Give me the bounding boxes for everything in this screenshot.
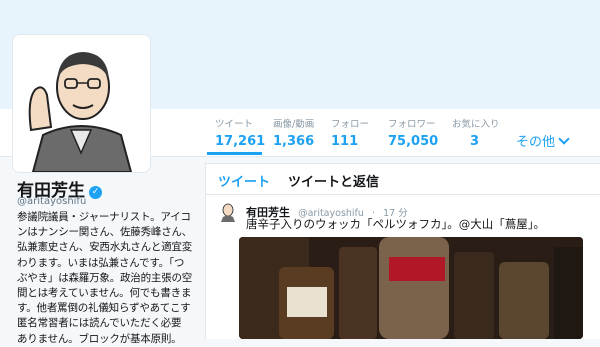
stat-followers-label: フォロワー xyxy=(388,119,436,130)
stat-following-label: フォロー xyxy=(331,119,370,130)
stat-favorites[interactable]: お気に入り 3 xyxy=(452,119,500,150)
bio-line: 参議院議員・ジャーナリスト。アイコ xyxy=(17,211,191,223)
stat-followers[interactable]: フォロワー 75,050 xyxy=(388,119,438,150)
bio-line: 匿名常習者には読んでいただく必要 xyxy=(17,317,182,330)
stat-favorites-label: お気に入り xyxy=(452,119,500,130)
tweet-author-avatar[interactable] xyxy=(218,202,238,222)
bio-line: ンはナンシー関さん、佐藤秀峰さん、 xyxy=(17,226,192,239)
profile-bio: 参議院議員・ジャーナリスト。アイコ ンはナンシー関さん、佐藤秀峰さん、 弘兼憲史… xyxy=(17,210,192,347)
profile-avatar[interactable] xyxy=(13,35,150,172)
chevron-down-icon xyxy=(558,133,570,145)
tweet-avatar-illustration xyxy=(218,202,238,222)
tweet-photo[interactable] xyxy=(239,237,583,339)
stat-following-value: 111 xyxy=(331,134,359,149)
bio-line: 間とは考えていません。何でも書きま xyxy=(17,287,192,300)
timeline-tabs: ツイート ツイートと返信 xyxy=(206,164,600,195)
tab-tweets-and-replies[interactable]: ツイートと返信 xyxy=(288,171,379,190)
stat-following[interactable]: フォロー 111 xyxy=(331,119,369,150)
verified-badge-icon: ✓ xyxy=(89,186,102,199)
tab-tweets[interactable]: ツイート xyxy=(218,171,270,190)
stat-media-label: 画像/動画 xyxy=(273,119,315,130)
bio-line: 弘兼憲史さん、安西水丸さんと適宜変 xyxy=(17,241,192,254)
stat-tweets-value: 17,261 xyxy=(215,134,266,149)
more-menu-label: その他 xyxy=(516,135,556,150)
bio-line: ぶやき」は森羅万象。政治的主張の空 xyxy=(17,271,192,284)
stat-tweets-label: ツイート xyxy=(215,119,254,130)
bottles-photo xyxy=(239,237,583,339)
stat-media-value: 1,366 xyxy=(273,134,315,149)
tweet-text: 唐辛子入りのウォッカ「ペルツォフカ」。@大山「蔦屋」。 xyxy=(246,217,545,231)
bio-line: ありません。ブロックが基本原則。 xyxy=(17,332,182,345)
stat-media[interactable]: 画像/動画 1,366 xyxy=(273,119,314,150)
stat-followers-value: 75,050 xyxy=(388,134,439,149)
more-menu-button[interactable]: その他 xyxy=(516,131,570,150)
bio-line: わります。いまは弘兼さんです。「つ xyxy=(17,256,185,269)
avatar-illustration xyxy=(13,35,150,172)
active-stat-indicator xyxy=(207,152,262,155)
bio-line: す。他者罵倒の礼儀知らずやあてこすり xyxy=(17,302,192,315)
profile-handle[interactable]: @aritayoshifu xyxy=(17,196,86,207)
stat-tweets[interactable]: ツイート 17,261 xyxy=(215,119,265,150)
timeline-panel: ツイート ツイートと返信 有田芳生 @aritayoshifu · 17 分 唐… xyxy=(205,163,600,339)
stat-favorites-value: 3 xyxy=(470,134,480,149)
